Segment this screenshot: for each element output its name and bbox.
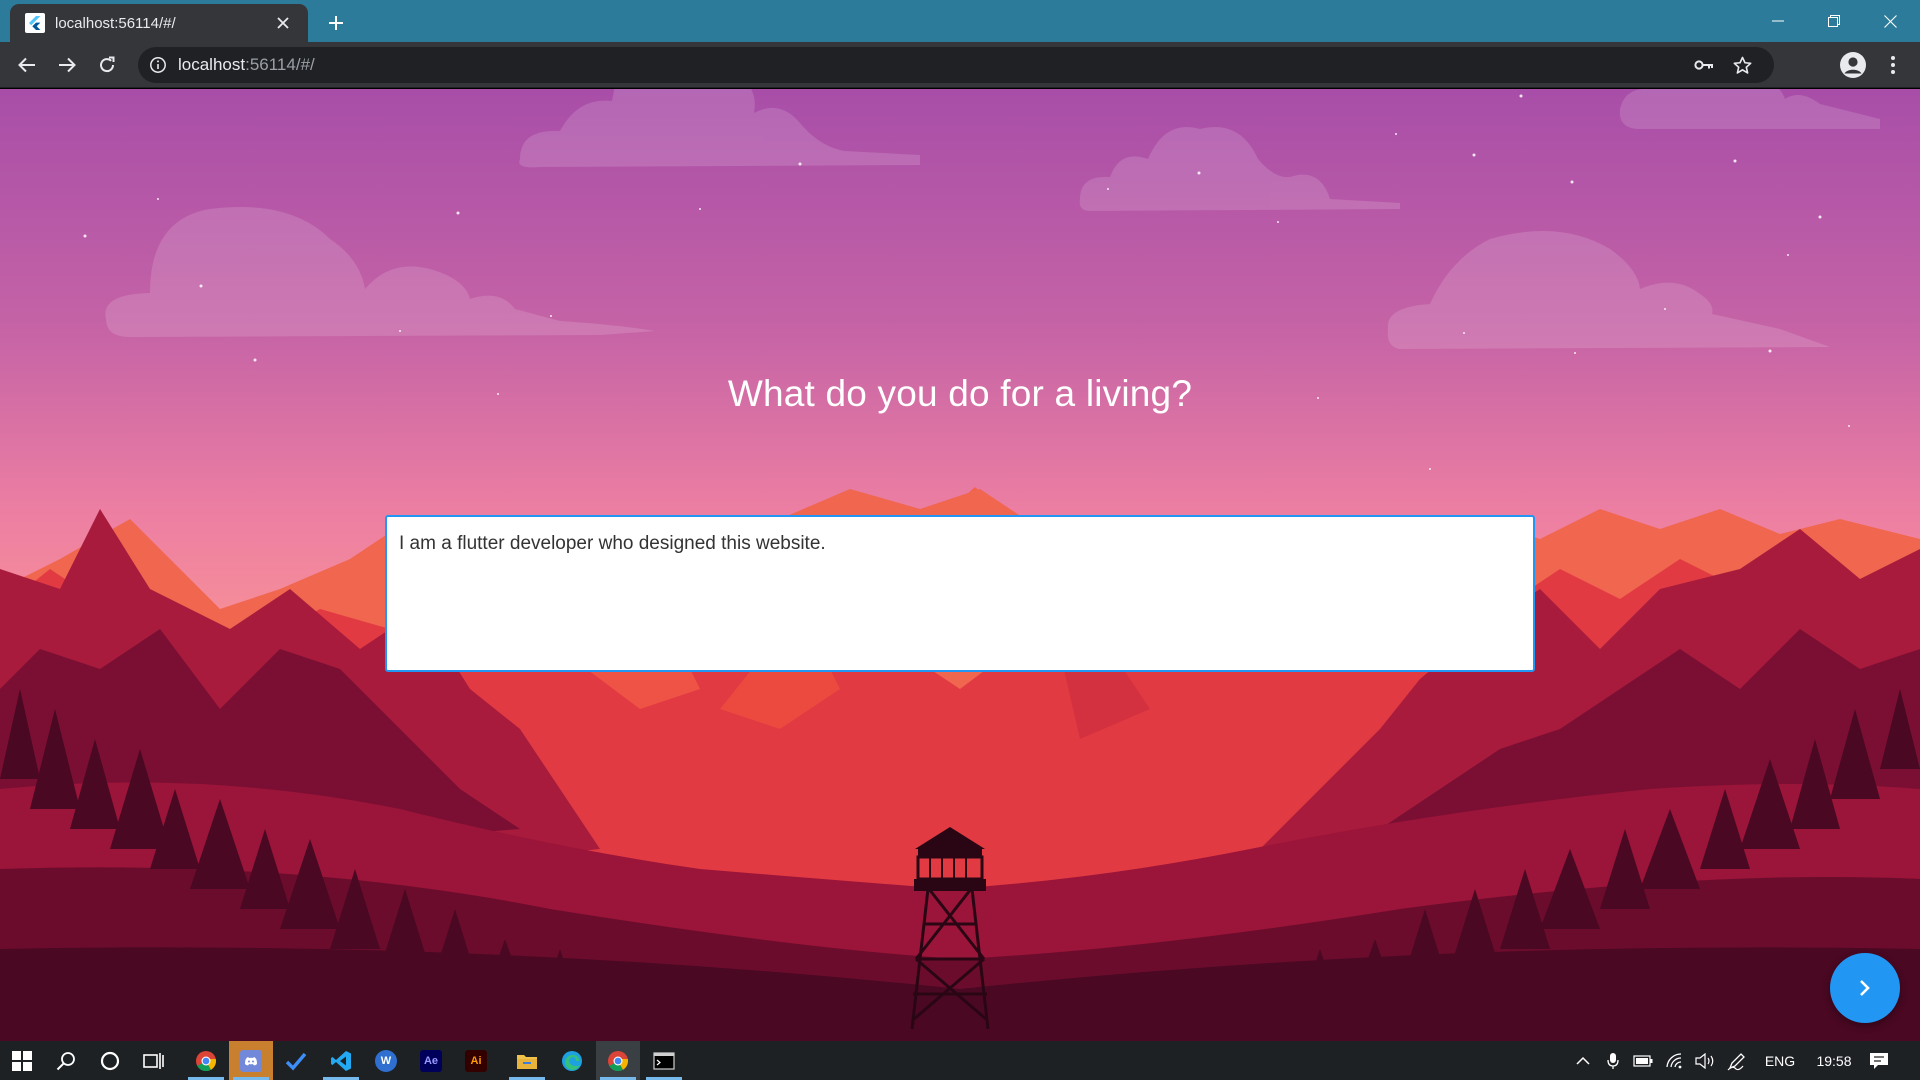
clock[interactable]: 19:58 xyxy=(1806,1041,1862,1080)
wifi-button[interactable] xyxy=(1660,1041,1690,1080)
bookmark-star-button[interactable] xyxy=(1726,47,1758,83)
new-tab-button[interactable] xyxy=(322,9,350,37)
tab-close-button[interactable] xyxy=(272,12,294,34)
microphone-icon xyxy=(1607,1052,1619,1069)
address-bar[interactable]: localhost:56114/#/ xyxy=(138,47,1774,83)
taskbar-app-after-effects[interactable]: Ae xyxy=(409,1041,453,1080)
cortana-button[interactable] xyxy=(88,1041,132,1080)
task-view-button[interactable] xyxy=(132,1041,176,1080)
discord-icon xyxy=(240,1049,262,1072)
w-app-icon: W xyxy=(375,1049,397,1072)
taskbar-app-vscode[interactable] xyxy=(319,1041,363,1080)
next-button[interactable] xyxy=(1830,953,1900,1023)
taskbar-app-chrome-active[interactable] xyxy=(596,1041,640,1080)
search-icon xyxy=(56,1051,75,1070)
question-heading: What do you do for a living? xyxy=(727,373,1193,414)
restore-icon xyxy=(1828,15,1840,27)
folder-icon xyxy=(517,1054,537,1069)
pen-workspace-button[interactable] xyxy=(1722,1041,1752,1080)
notification-icon xyxy=(1870,1052,1888,1069)
screen: localhost:56114/#/ localhost:56114/#/ W… xyxy=(0,0,1920,1080)
language-indicator[interactable]: ENG xyxy=(1756,1041,1804,1080)
speaker-icon xyxy=(1695,1052,1714,1069)
show-hidden-icons-button[interactable] xyxy=(1570,1041,1596,1080)
microphone-button[interactable] xyxy=(1600,1041,1626,1080)
illustrator-icon: Ai xyxy=(465,1049,487,1072)
answer-textarea[interactable]: I am a flutter developer who designed th… xyxy=(385,515,1535,672)
checkmark-icon xyxy=(285,1052,307,1071)
chevron-up-icon xyxy=(1576,1056,1590,1065)
back-button[interactable] xyxy=(10,48,44,82)
minimize-icon xyxy=(1772,20,1784,22)
pen-icon xyxy=(1727,1052,1745,1070)
task-view-icon xyxy=(143,1052,164,1069)
reload-icon xyxy=(100,56,115,73)
url-host: localhost xyxy=(178,55,246,74)
web-page: What do you do for a living? I am a flut… xyxy=(0,89,1920,1041)
arrow-left-icon xyxy=(18,57,35,73)
tab-title: localhost:56114/#/ xyxy=(55,14,176,32)
star-icon xyxy=(1733,56,1751,74)
taskbar-app-discord[interactable] xyxy=(229,1041,273,1080)
profile-button[interactable] xyxy=(1836,48,1870,82)
taskbar-app-w[interactable]: W xyxy=(364,1041,408,1080)
browser-tab-strip: localhost:56114/#/ xyxy=(0,0,1920,42)
plus-icon xyxy=(329,16,343,30)
start-button[interactable] xyxy=(0,1041,44,1080)
reload-button[interactable] xyxy=(90,48,124,82)
taskbar-app-edge[interactable] xyxy=(550,1041,594,1080)
action-center-button[interactable] xyxy=(1864,1041,1894,1080)
cortana-circle-icon xyxy=(100,1051,120,1070)
url-path: :56114/#/ xyxy=(245,55,315,74)
search-button[interactable] xyxy=(44,1041,88,1080)
taskbar-app-terminal[interactable] xyxy=(642,1041,686,1080)
password-key-button[interactable] xyxy=(1688,47,1720,83)
minimize-button[interactable] xyxy=(1750,0,1806,42)
key-icon xyxy=(1694,60,1713,70)
windows-taskbar: W Ae Ai ENG 19:58 xyxy=(0,1041,1920,1080)
wifi-icon xyxy=(1666,1052,1682,1068)
close-icon xyxy=(277,17,289,29)
taskbar-app-illustrator[interactable]: Ai xyxy=(454,1041,498,1080)
browser-menu-button[interactable] xyxy=(1876,48,1910,82)
chevron-right-icon xyxy=(1860,980,1870,996)
restore-button[interactable] xyxy=(1806,0,1862,42)
chrome-icon xyxy=(608,1050,629,1071)
browser-toolbar: localhost:56114/#/ xyxy=(0,42,1920,88)
edge-icon xyxy=(562,1050,582,1071)
taskbar-app-file-explorer[interactable] xyxy=(505,1041,549,1080)
more-vertical-icon xyxy=(1891,56,1895,74)
arrow-right-icon xyxy=(59,57,76,73)
terminal-icon xyxy=(653,1051,675,1070)
answer-text: I am a flutter developer who designed th… xyxy=(399,533,826,554)
volume-button[interactable] xyxy=(1690,1041,1720,1080)
browser-tab[interactable]: localhost:56114/#/ xyxy=(10,4,308,42)
close-window-button[interactable] xyxy=(1862,0,1918,42)
close-icon xyxy=(1883,14,1897,28)
forward-button[interactable] xyxy=(50,48,84,82)
battery-button[interactable] xyxy=(1628,1041,1658,1080)
vscode-icon xyxy=(331,1050,351,1071)
windows-logo-icon xyxy=(12,1050,32,1071)
taskbar-app-chrome[interactable] xyxy=(184,1041,228,1080)
battery-icon xyxy=(1633,1054,1653,1067)
flutter-favicon-icon xyxy=(25,13,45,33)
avatar-icon xyxy=(1840,52,1866,78)
chrome-icon xyxy=(196,1050,217,1071)
taskbar-app-todo[interactable] xyxy=(274,1041,318,1080)
after-effects-icon: Ae xyxy=(420,1049,442,1072)
info-icon[interactable] xyxy=(149,56,167,74)
